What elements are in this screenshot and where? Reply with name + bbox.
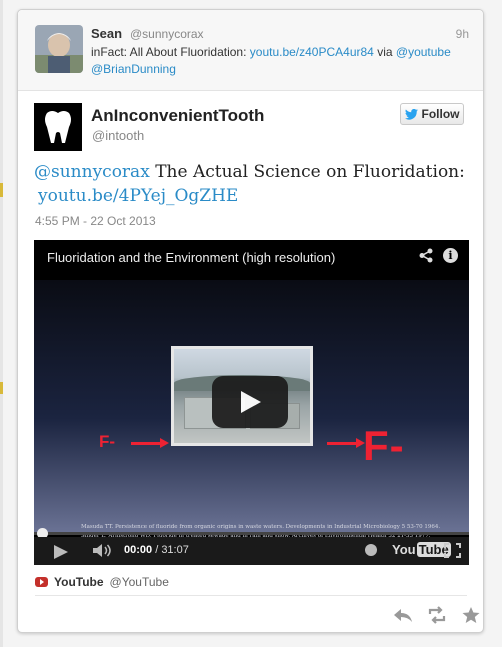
- parent-text-prefix: inFact: All About Fluoridation:: [91, 45, 247, 59]
- tweet-avatar[interactable]: [34, 103, 82, 151]
- youtube-logo[interactable]: You Tube: [392, 542, 451, 557]
- time-separator: /: [152, 544, 162, 556]
- tweet-timestamp[interactable]: 4:55 PM - 22 Oct 2013: [35, 214, 156, 228]
- tweet-actions: [393, 606, 481, 624]
- edge-marker: [0, 183, 3, 197]
- video-player[interactable]: F- F- Masuda TT. Persistence of fluoride…: [34, 240, 469, 565]
- slide-arrow-right: [327, 438, 365, 448]
- parent-author-handle[interactable]: @sunnycorax: [130, 27, 204, 41]
- parent-author-name[interactable]: Sean: [91, 26, 122, 41]
- left-edge-strip: [0, 0, 3, 647]
- info-icon[interactable]: i: [443, 248, 458, 263]
- time-current: 00:00: [124, 544, 153, 556]
- favorite-icon[interactable]: [461, 606, 481, 624]
- slide-label-right: F-: [363, 422, 405, 469]
- slide-label-left: F-: [99, 432, 116, 451]
- tweet-link[interactable]: youtu.be/4PYej_OgZHE: [34, 186, 238, 206]
- play-button-overlay[interactable]: [212, 376, 288, 428]
- tweet-mention[interactable]: @sunnycorax: [34, 162, 150, 182]
- parent-timestamp[interactable]: 9h: [456, 27, 469, 41]
- fullscreen-icon[interactable]: [444, 543, 461, 558]
- tweet-author-name[interactable]: AnInconvenientTooth: [91, 106, 264, 126]
- mention-youtube[interactable]: @youtube: [396, 45, 451, 59]
- tweet-body: The Actual Science on Fluoridation:: [155, 162, 465, 182]
- attribution-handle[interactable]: @YouTube: [110, 575, 169, 589]
- retweet-icon[interactable]: [427, 606, 447, 624]
- mention-brian[interactable]: @BrianDunning: [91, 62, 176, 76]
- video-title[interactable]: Fluoridation and the Environment (high r…: [47, 250, 335, 265]
- parent-via: via: [377, 45, 393, 59]
- share-icon[interactable]: [419, 248, 433, 268]
- follow-label: Follow: [421, 107, 460, 121]
- tweet-text: @sunnycorax The Actual Science on Fluori…: [34, 160, 469, 208]
- parent-tweet-text: inFact: All About Fluoridation: youtu.be…: [91, 44, 471, 78]
- play-icon[interactable]: [54, 545, 68, 559]
- slide-arrow-left: [131, 438, 169, 448]
- tweet-author-handle[interactable]: @intooth: [92, 128, 144, 143]
- volume-icon[interactable]: [92, 543, 112, 563]
- video-time: 00:00 / 31:07: [124, 544, 189, 556]
- parent-tweet[interactable]: Sean @sunnycorax 9h inFact: All About Fl…: [18, 10, 483, 91]
- parent-avatar[interactable]: [35, 25, 83, 73]
- reply-icon[interactable]: [393, 606, 413, 624]
- yt-logo-you: You: [392, 542, 416, 557]
- time-total: 31:07: [161, 544, 189, 556]
- divider: [35, 595, 467, 596]
- slide-reference-1: Masuda TT. Persistence of fluoride from …: [81, 524, 441, 530]
- watch-later-icon[interactable]: [365, 544, 377, 556]
- edge-marker: [0, 382, 3, 394]
- follow-button[interactable]: Follow: [400, 103, 464, 125]
- attribution-name[interactable]: YouTube: [54, 575, 104, 589]
- parent-link[interactable]: youtu.be/z40PCA4ur84: [250, 45, 374, 59]
- video-attribution[interactable]: YouTube @YouTube: [35, 575, 169, 589]
- youtube-icon: [35, 577, 48, 587]
- tweet-card: Sean @sunnycorax 9h inFact: All About Fl…: [17, 9, 484, 633]
- twitter-bird-icon: [404, 108, 418, 120]
- video-controls: 00:00 / 31:07 You Tube: [34, 537, 469, 565]
- progress-bar[interactable]: [34, 532, 469, 535]
